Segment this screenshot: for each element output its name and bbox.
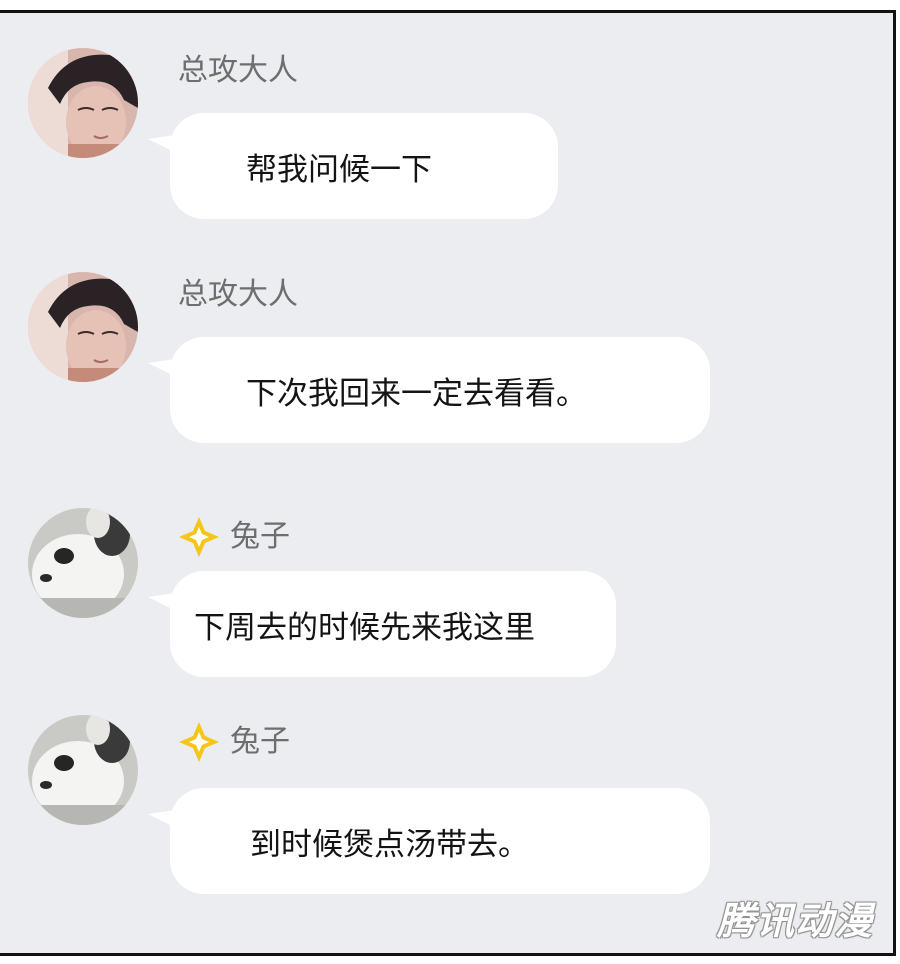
chat-message: 兔子 下周去的时候先来我这里 <box>0 503 893 723</box>
sender-label: 总攻大人 <box>178 51 298 91</box>
bunny-avatar[interactable] <box>28 508 138 618</box>
message-text: 下次我回来一定去看看。 <box>246 375 587 412</box>
man-portrait-avatar[interactable] <box>28 272 138 382</box>
message-text: 帮我问候一下 <box>246 151 432 188</box>
message-text: 到时候煲点汤带去。 <box>250 826 529 863</box>
sender-label: 总攻大人 <box>178 275 298 315</box>
message-bubble[interactable]: 下次我回来一定去看看。 <box>148 337 710 443</box>
chat-message: 总攻大人 帮我问候一下 <box>0 43 893 263</box>
sender-name: 总攻大人 <box>178 277 298 312</box>
vip-star-icon <box>179 517 219 557</box>
message-bubble[interactable]: 到时候煲点汤带去。 <box>148 788 710 894</box>
bubble-tail <box>148 133 188 159</box>
message-bubble[interactable]: 帮我问候一下 <box>148 113 558 219</box>
sender-label: 兔子 <box>178 722 290 762</box>
vip-star-icon <box>179 722 219 762</box>
chat-panel: 总攻大人 帮我问候一下 总攻大人 下次我回来一定去看看。 兔子 下周去的时候先来… <box>0 10 896 956</box>
sender-label: 兔子 <box>178 517 290 557</box>
sender-name: 总攻大人 <box>178 53 298 88</box>
bunny-avatar[interactable] <box>28 715 138 825</box>
bubble-tail <box>148 357 188 383</box>
sender-name: 兔子 <box>230 724 290 759</box>
bubble-tail <box>148 591 188 617</box>
man-portrait-avatar[interactable] <box>28 48 138 158</box>
message-bubble[interactable]: 下周去的时候先来我这里 <box>148 571 616 677</box>
bubble-tail <box>148 808 188 834</box>
watermark-logo: 腾讯动漫 <box>716 899 873 943</box>
chat-message: 总攻大人 下次我回来一定去看看。 <box>0 267 893 487</box>
sender-name: 兔子 <box>230 519 290 554</box>
message-text: 下周去的时候先来我这里 <box>194 609 535 646</box>
